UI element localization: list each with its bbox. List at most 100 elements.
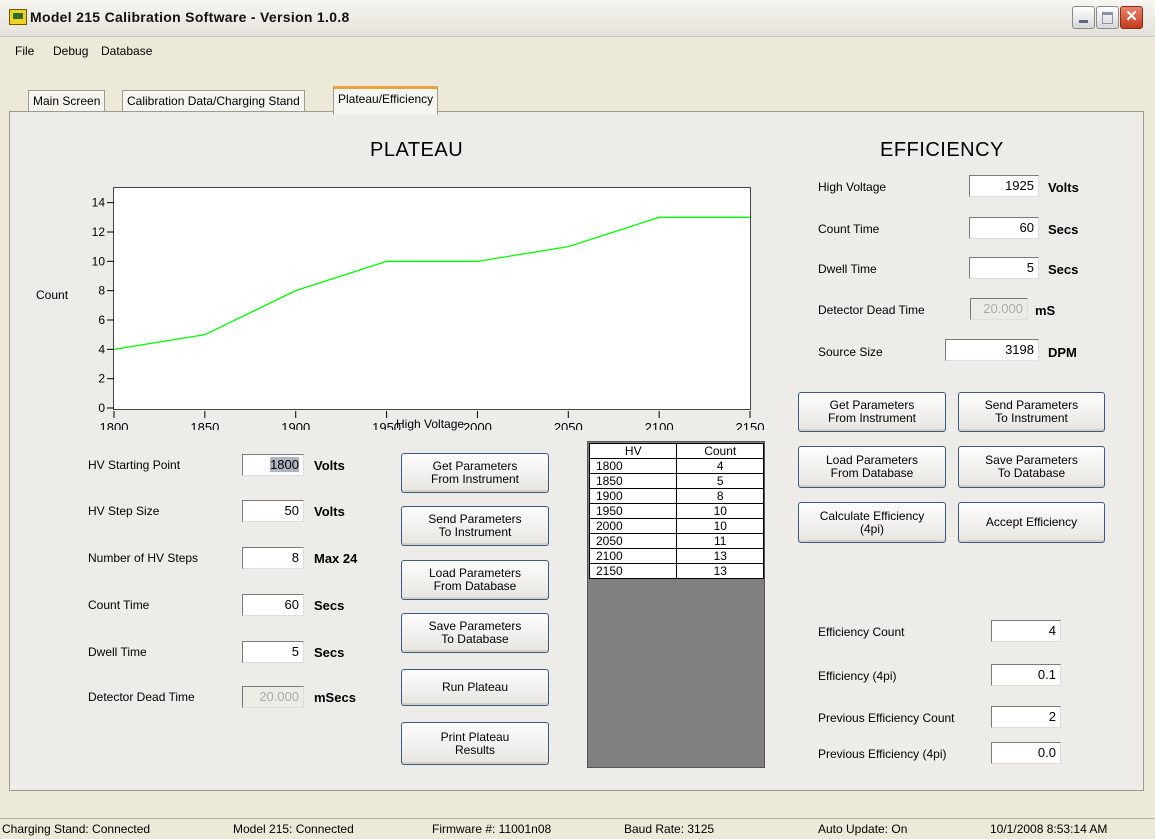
plateau-load-params-button[interactable]: Load Parameters From Database bbox=[401, 560, 549, 600]
table-cell-count[interactable]: 13 bbox=[676, 563, 764, 579]
eff-dead-time-input: 20.000 bbox=[970, 298, 1028, 320]
tab-calibration-data[interactable]: Calibration Data/Charging Stand bbox=[122, 90, 305, 112]
status-model: Model 215: Connected bbox=[233, 822, 354, 836]
menu-debug[interactable]: Debug bbox=[53, 44, 88, 58]
status-baud-rate: Baud Rate: 3125 bbox=[624, 822, 715, 836]
chart-x-axis-label: High Voltage bbox=[396, 417, 465, 431]
eff-4pi-value: 0.1 bbox=[991, 664, 1061, 686]
table-cell-count[interactable]: 13 bbox=[676, 548, 764, 564]
table-cell-count[interactable]: 10 bbox=[676, 503, 764, 519]
table-header-count[interactable]: Count bbox=[676, 443, 764, 459]
eff-count-time-label: Count Time bbox=[818, 222, 880, 236]
eff-get-params-button[interactable]: Get Parameters From Instrument bbox=[798, 392, 946, 432]
maximize-button[interactable] bbox=[1096, 6, 1119, 29]
status-bar: Charging Stand: Connected Model 215: Con… bbox=[0, 818, 1155, 839]
plateau-dead-time-label: Detector Dead Time bbox=[88, 690, 195, 704]
table-cell-hv[interactable]: 2150 bbox=[588, 563, 678, 579]
hv-step-unit: Volts bbox=[314, 504, 345, 519]
eff-dwell-time-label: Dwell Time bbox=[818, 262, 877, 276]
eff-count-time-unit: Secs bbox=[1048, 222, 1079, 237]
prev-eff-4pi-value: 0.0 bbox=[991, 742, 1061, 764]
hv-step-label: HV Step Size bbox=[88, 504, 160, 518]
y-tick-label: 2 bbox=[98, 372, 105, 386]
table-row[interactable]: 1950 10 bbox=[588, 503, 764, 519]
eff-load-params-button[interactable]: Load Parameters From Database bbox=[798, 446, 946, 488]
plateau-dwell-time-unit: Secs bbox=[314, 645, 345, 660]
close-button[interactable]: ✕ bbox=[1120, 6, 1143, 29]
table-row[interactable]: 1850 5 bbox=[588, 473, 764, 489]
num-steps-label: Number of HV Steps bbox=[88, 551, 199, 565]
table-cell-hv[interactable]: 1850 bbox=[588, 473, 678, 489]
table-row[interactable]: 1900 8 bbox=[588, 488, 764, 504]
x-tick-label: 2100 bbox=[645, 420, 674, 430]
y-tick-label: 6 bbox=[98, 313, 105, 327]
eff-count-value: 4 bbox=[991, 620, 1061, 642]
print-plateau-results-button[interactable]: Print Plateau Results bbox=[401, 722, 549, 765]
table-cell-count[interactable]: 8 bbox=[676, 488, 764, 504]
table-cell-hv[interactable]: 2050 bbox=[588, 533, 678, 549]
accept-efficiency-button[interactable]: Accept Efficiency bbox=[958, 502, 1105, 543]
plateau-dwell-time-input[interactable]: 5 bbox=[242, 641, 304, 663]
hv-start-input[interactable]: 1800 bbox=[242, 454, 304, 476]
eff-source-size-label: Source Size bbox=[818, 345, 883, 359]
eff-send-params-button[interactable]: Send Parameters To Instrument bbox=[958, 392, 1105, 432]
plateau-dead-time-unit: mSecs bbox=[314, 690, 356, 705]
eff-dwell-time-input[interactable]: 5 bbox=[969, 257, 1039, 279]
tab-plateau-efficiency[interactable]: Plateau/Efficiency bbox=[333, 86, 439, 115]
menu-file[interactable]: File bbox=[15, 44, 34, 58]
plateau-save-params-button[interactable]: Save Parameters To Database bbox=[401, 613, 549, 653]
hv-start-label: HV Starting Point bbox=[88, 458, 181, 472]
plateau-count-time-input[interactable]: 60 bbox=[242, 594, 304, 616]
num-steps-input[interactable]: 8 bbox=[242, 547, 304, 569]
table-cell-count[interactable]: 11 bbox=[676, 533, 764, 549]
minimize-button[interactable] bbox=[1072, 6, 1095, 29]
status-datetime: 10/1/2008 8:53:14 AM bbox=[990, 822, 1108, 836]
table-cell-count[interactable]: 4 bbox=[676, 458, 764, 474]
plateau-data-grid[interactable]: HV Count 1800 4 1850 5 1900 8 1950 10 2000 10 2050… bbox=[587, 441, 765, 768]
y-tick-label: 4 bbox=[98, 342, 105, 356]
table-header-hv[interactable]: HV bbox=[588, 443, 678, 459]
prev-eff-count-value: 2 bbox=[991, 706, 1061, 728]
eff-dwell-time-unit: Secs bbox=[1048, 262, 1079, 277]
table-row[interactable]: 2100 13 bbox=[588, 548, 764, 564]
table-cell-hv[interactable]: 1900 bbox=[588, 488, 678, 504]
plateau-count-time-label: Count Time bbox=[88, 598, 150, 612]
eff-dead-time-label: Detector Dead Time bbox=[818, 303, 925, 317]
eff-high-voltage-label: High Voltage bbox=[818, 180, 887, 194]
y-tick-label: 14 bbox=[92, 196, 106, 210]
plateau-count-time-unit: Secs bbox=[314, 598, 345, 613]
tab-main-screen[interactable]: Main Screen bbox=[28, 90, 106, 112]
plateau-table: HV Count 1800 4 1850 5 1900 8 1950 10 2000 10 2050… bbox=[588, 443, 764, 579]
eff-save-params-button[interactable]: Save Parameters To Database bbox=[958, 446, 1105, 488]
menu-database[interactable]: Database bbox=[101, 44, 152, 58]
x-tick-label: 2050 bbox=[554, 420, 583, 430]
plateau-series-line bbox=[113, 216, 750, 350]
eff-source-size-input[interactable]: 3198 bbox=[945, 339, 1039, 361]
eff-dead-time-unit: mS bbox=[1035, 303, 1056, 318]
table-cell-hv[interactable]: 2000 bbox=[588, 518, 678, 534]
eff-count-time-input[interactable]: 60 bbox=[969, 217, 1039, 239]
plateau-get-params-button[interactable]: Get Parameters From Instrument bbox=[401, 453, 549, 493]
hv-start-unit: Volts bbox=[314, 458, 345, 473]
status-auto-update: Auto Update: On bbox=[818, 822, 908, 836]
eff-high-voltage-input[interactable]: 1925 bbox=[969, 175, 1039, 197]
window-title: Model 215 Calibration Software - Version… bbox=[30, 9, 350, 25]
table-cell-hv[interactable]: 1950 bbox=[588, 503, 678, 519]
table-row[interactable]: 2150 13 bbox=[588, 563, 764, 579]
calculate-efficiency-button[interactable]: Calculate Efficiency (4pi) bbox=[798, 502, 946, 543]
plateau-dwell-time-label: Dwell Time bbox=[88, 645, 147, 659]
table-row[interactable]: 2000 10 bbox=[588, 518, 764, 534]
table-cell-count[interactable]: 5 bbox=[676, 473, 764, 489]
plateau-chart: 024681012141800 1850 1900 1950 2000 2050 2100 2… bbox=[92, 196, 765, 430]
run-plateau-button[interactable]: Run Plateau bbox=[401, 669, 549, 706]
table-cell-hv[interactable]: 2100 bbox=[588, 548, 678, 564]
prev-eff-4pi-label: Previous Efficiency (4pi) bbox=[818, 747, 947, 761]
table-cell-count[interactable]: 10 bbox=[676, 518, 764, 534]
table-row[interactable]: 2050 11 bbox=[588, 533, 764, 549]
table-cell-hv[interactable]: 1800 bbox=[588, 458, 678, 474]
plateau-send-params-button[interactable]: Send Parameters To Instrument bbox=[401, 506, 549, 546]
hv-step-input[interactable]: 50 bbox=[242, 500, 304, 522]
table-row[interactable]: 1800 4 bbox=[588, 458, 764, 474]
chart-y-axis-label: Count bbox=[36, 288, 69, 302]
x-tick-label: 1900 bbox=[281, 420, 310, 430]
